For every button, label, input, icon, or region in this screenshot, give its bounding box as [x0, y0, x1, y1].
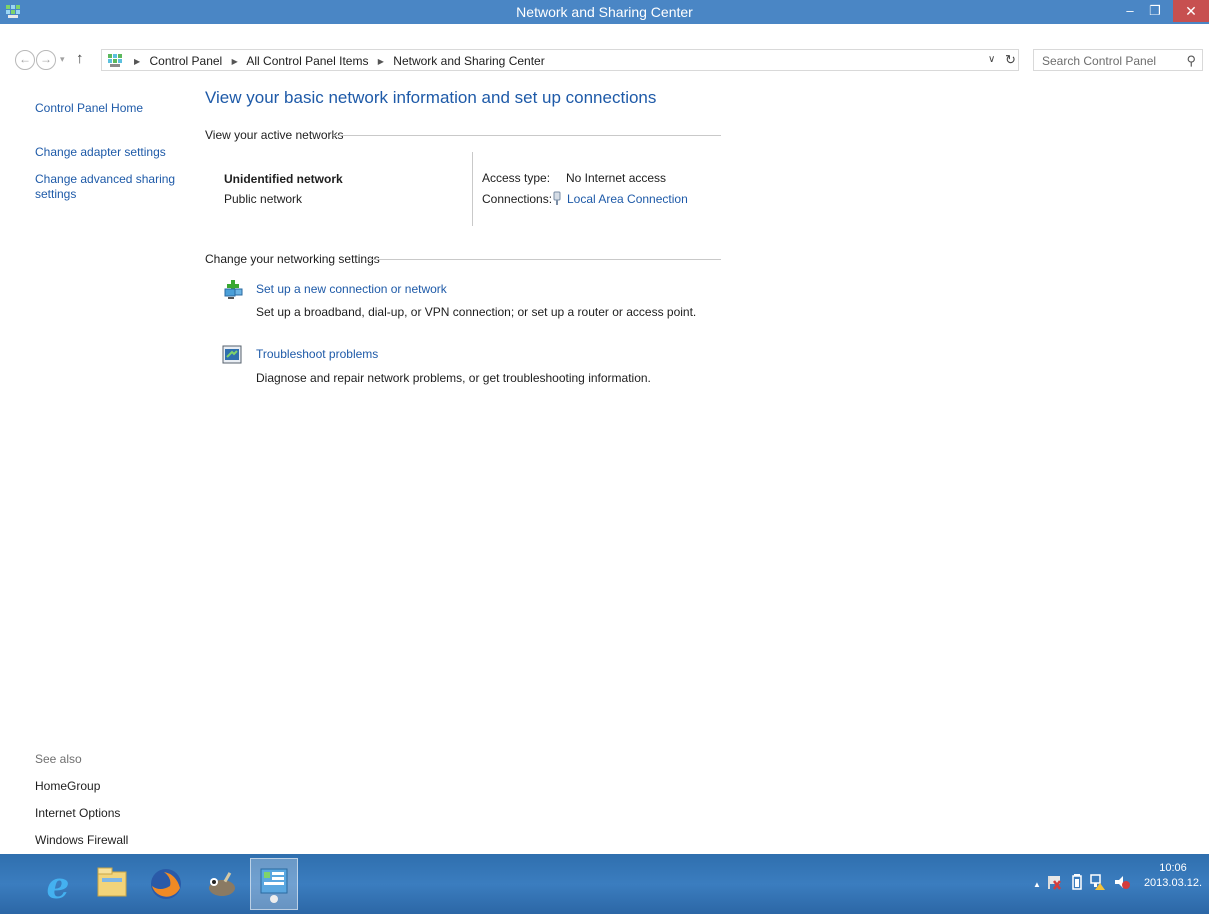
svg-text:e: e: [47, 865, 70, 907]
breadcrumb: ▶ Control Panel ▶ All Control Panel Item…: [128, 54, 545, 68]
up-button[interactable]: ↑: [76, 50, 84, 67]
maximize-button[interactable]: ❐: [1142, 0, 1168, 22]
access-type-value: No Internet access: [566, 171, 667, 185]
firefox-icon[interactable]: [142, 858, 190, 910]
control-panel-icon[interactable]: [250, 858, 298, 910]
windows-firewall-link[interactable]: Windows Firewall: [35, 833, 128, 847]
see-also-label: See also: [35, 752, 82, 766]
troubleshoot-icon: [222, 345, 242, 364]
action-center-flag-icon[interactable]: [1045, 873, 1063, 891]
ethernet-icon: [553, 191, 561, 205]
section-divider: [366, 259, 721, 260]
breadcrumb-all-items[interactable]: All Control Panel Items: [246, 54, 368, 68]
section-divider: [333, 135, 721, 136]
new-connection-icon: [224, 280, 243, 299]
forward-button[interactable]: →: [36, 50, 56, 70]
search-placeholder: Search Control Panel: [1042, 54, 1157, 68]
close-button[interactable]: ✕: [1173, 0, 1209, 22]
volume-icon[interactable]: [1113, 873, 1131, 891]
clock-time: 10:06: [1159, 862, 1187, 874]
breadcrumb-separator[interactable]: ▶: [134, 57, 140, 66]
breadcrumb-control-panel[interactable]: Control Panel: [150, 54, 223, 68]
breadcrumb-separator[interactable]: ▶: [232, 57, 238, 66]
file-explorer-icon[interactable]: [88, 858, 136, 910]
connections-label: Connections:: [482, 192, 553, 206]
change-advanced-sharing-link[interactable]: Change advanced sharing: [35, 172, 175, 186]
internet-options-link[interactable]: Internet Options: [35, 806, 120, 820]
change-settings-label: Change your networking settings: [205, 252, 380, 266]
page-title: View your basic network information and …: [205, 88, 657, 107]
task-description: Diagnose and repair network problems, or…: [256, 371, 651, 385]
show-hidden-icons-button[interactable]: ▲: [1033, 880, 1041, 889]
network-status-icon[interactable]: [1089, 873, 1107, 891]
network-divider: [472, 152, 473, 226]
network-name: Unidentified network: [224, 172, 343, 186]
access-type-label: Access type:: [482, 171, 551, 185]
address-dropdown-button[interactable]: ∨: [988, 54, 995, 65]
minimize-button[interactable]: –: [1118, 0, 1142, 22]
local-area-connection-link[interactable]: Local Area Connection: [567, 192, 688, 206]
title-bar: Network and Sharing Center – ❐ ✕: [0, 0, 1209, 24]
gimp-icon[interactable]: [196, 858, 244, 910]
search-icon[interactable]: ⚲: [1186, 53, 1196, 69]
control-panel-home-link[interactable]: Control Panel Home: [35, 101, 143, 115]
recent-locations-button[interactable]: ▾: [60, 54, 65, 65]
system-clock[interactable]: 10:06 2013.03.12.: [1138, 861, 1208, 891]
change-adapter-settings-link[interactable]: Change adapter settings: [35, 145, 166, 159]
clock-date: 2013.03.12.: [1143, 877, 1203, 889]
address-bar[interactable]: ▶ Control Panel ▶ All Control Panel Item…: [101, 49, 1019, 71]
task-title[interactable]: Set up a new connection or network: [256, 282, 447, 296]
search-input[interactable]: Search Control Panel ⚲: [1033, 49, 1203, 71]
control-panel-icon: [108, 54, 122, 67]
task-description: Set up a broadband, dial-up, or VPN conn…: [256, 305, 697, 319]
active-networks-label: View your active networks: [205, 128, 344, 142]
taskbar: e ▲ 10:06 2013.03.12.: [0, 854, 1209, 914]
battery-icon[interactable]: [1071, 873, 1083, 891]
navigation-bar: ← → ▾ ↑ ▶ Control Panel ▶ All Control Pa…: [0, 47, 1209, 73]
network-type[interactable]: Public network: [224, 192, 302, 206]
breadcrumb-network-sharing[interactable]: Network and Sharing Center: [393, 54, 544, 68]
internet-explorer-icon[interactable]: e: [34, 858, 82, 910]
refresh-button[interactable]: ↻: [1005, 52, 1016, 68]
window-title: Network and Sharing Center: [516, 4, 693, 20]
back-button[interactable]: ←: [15, 50, 35, 70]
change-advanced-sharing-link-line2[interactable]: settings: [35, 187, 76, 201]
breadcrumb-separator[interactable]: ▶: [378, 57, 384, 66]
homegroup-link[interactable]: HomeGroup: [35, 779, 100, 793]
task-title[interactable]: Troubleshoot problems: [256, 347, 378, 361]
